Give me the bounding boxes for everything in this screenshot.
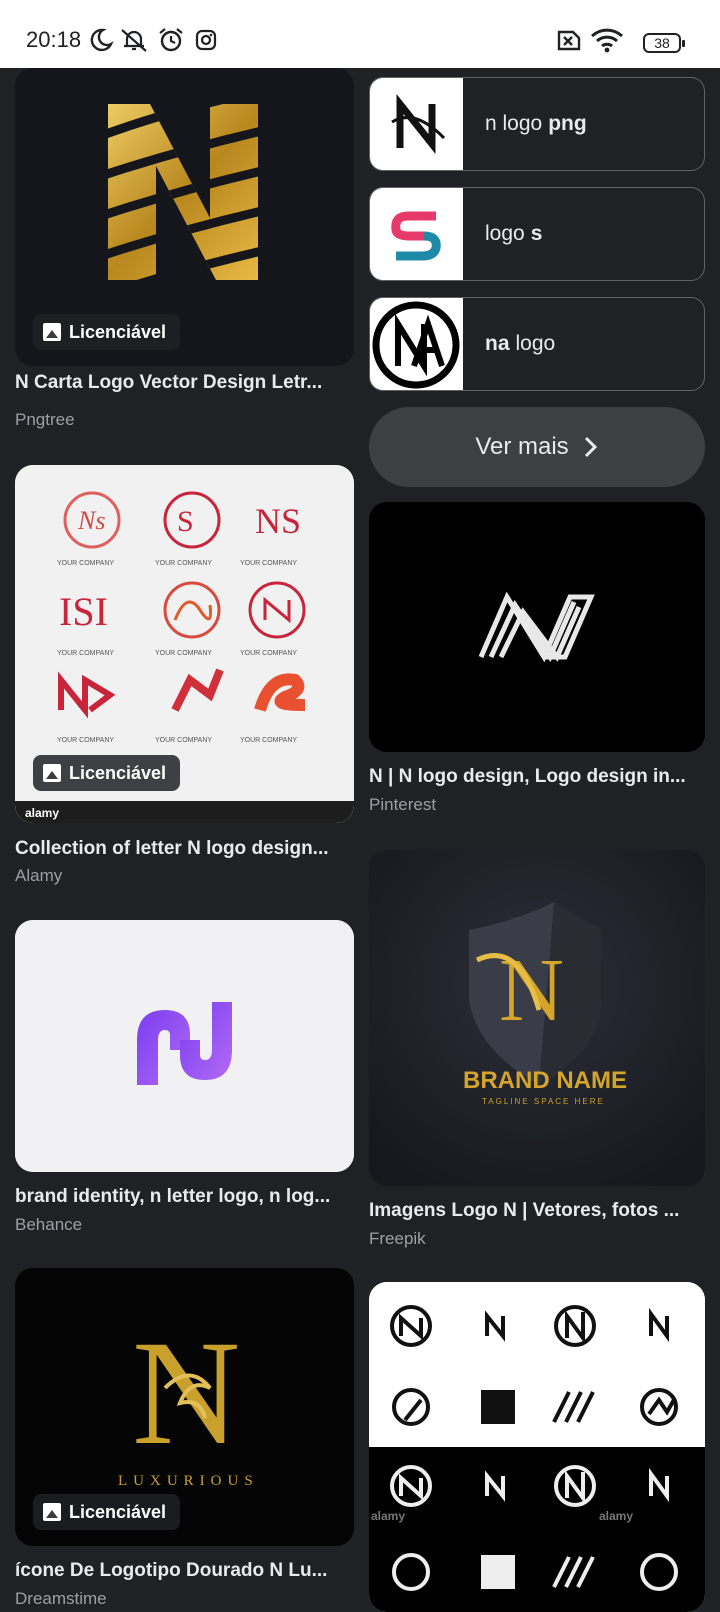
result-image[interactable]: alamy alamy [369, 1282, 705, 1612]
s-logo-thumb [391, 211, 441, 261]
status-time: 20:18 [26, 27, 82, 52]
image-icon [43, 1503, 61, 1521]
alarm-icon [159, 28, 183, 52]
badge-label: Licenciável [69, 1501, 167, 1522]
svg-text:S: S [177, 505, 194, 538]
company-caption: YOUR COMPANY [57, 650, 114, 657]
licensable-badge: Licenciável [33, 755, 181, 791]
chip-thumbnail [370, 298, 463, 390]
shield-n-logo-image: N BRAND NAME TAGLINE SPACE HERE [369, 850, 705, 1186]
chip-thumbnail [370, 188, 463, 280]
brand-name-text: BRAND NAME [463, 1067, 627, 1094]
n-monogram-collection-image: alamy alamy [369, 1282, 705, 1612]
company-caption: YOUR COMPANY [155, 560, 212, 567]
bell-off-icon [121, 29, 147, 52]
n-logo-thumb [391, 94, 446, 154]
battery-indicator: 38 [643, 33, 685, 53]
result-image[interactable] [15, 920, 354, 1172]
company-caption: YOUR COMPANY [57, 560, 114, 567]
result-image[interactable]: Licenciável [15, 68, 354, 366]
company-caption: YOUR COMPANY [155, 737, 212, 744]
result-title[interactable]: N Carta Logo Vector Design Letr... [15, 372, 345, 394]
status-bar: 20:18 38 [0, 0, 720, 68]
company-caption: YOUR COMPANY [240, 737, 297, 744]
image-icon [43, 764, 61, 782]
alamy-watermark: alamy [599, 1509, 633, 1523]
result-source: Pinterest [369, 795, 437, 814]
licensable-badge: Licenciável [33, 1494, 181, 1530]
result-image[interactable]: N BRAND NAME TAGLINE SPACE HERE [369, 850, 705, 1186]
tagline-text: TAGLINE SPACE HERE [482, 1097, 605, 1106]
licensable-badge: Licenciável [33, 314, 181, 350]
related-search-chip[interactable]: na logo [369, 297, 705, 391]
alamy-watermark: alamy [25, 806, 59, 820]
image-icon [43, 323, 61, 341]
svg-text:ISI: ISI [59, 589, 108, 634]
company-caption: YOUR COMPANY [240, 650, 297, 657]
na-logo-thumb [372, 301, 460, 389]
svg-text:Ns: Ns [77, 506, 105, 535]
result-source: Pngtree [15, 410, 75, 429]
result-title[interactable]: Collection of letter N logo design... [15, 838, 345, 860]
related-search-chip[interactable]: n logo png [369, 77, 705, 171]
related-search-chip[interactable]: logo s [369, 187, 705, 281]
company-caption: YOUR COMPANY [57, 737, 114, 744]
result-source: Freepik [369, 1229, 426, 1248]
chevron-right-icon [584, 436, 597, 458]
battery-level: 38 [654, 35, 670, 51]
result-title[interactable]: N | N logo design, Logo design in... [369, 766, 699, 788]
result-source: Alamy [15, 866, 63, 885]
chip-label: n logo png [485, 112, 587, 135]
moon-icon [90, 28, 114, 52]
result-title[interactable]: ícone De Logotipo Dourado N Lu... [15, 1560, 345, 1582]
result-source: Dreamstime [15, 1589, 107, 1608]
result-source: Behance [15, 1215, 83, 1234]
chip-thumbnail [370, 78, 463, 170]
striped-n-logo-image [369, 502, 705, 752]
instagram-icon [195, 29, 217, 51]
luxurious-word: LUXURIOUS [118, 1473, 259, 1489]
badge-label: Licenciável [69, 321, 167, 342]
wifi-icon [590, 28, 624, 53]
see-more-label: Ver mais [475, 433, 569, 460]
alamy-watermark: alamy [371, 1509, 405, 1523]
result-image[interactable] [369, 502, 705, 752]
see-more-button[interactable]: Ver mais [369, 407, 705, 487]
svg-text:NS: NS [255, 501, 301, 541]
badge-label: Licenciável [69, 762, 167, 783]
sim-off-icon [557, 30, 581, 51]
chip-label: na logo [485, 332, 556, 355]
result-title[interactable]: brand identity, n letter logo, n log... [15, 1186, 345, 1208]
chip-label: logo s [485, 222, 543, 245]
result-image[interactable]: Ns S NS ISI YOUR COMPANY YOUR COMPANY YO… [15, 465, 354, 823]
result-image[interactable]: N LUXURIOUS Licenciável [15, 1268, 354, 1546]
company-caption: YOUR COMPANY [155, 650, 212, 657]
result-title[interactable]: Imagens Logo N | Vetores, fotos ... [369, 1200, 699, 1222]
company-caption: YOUR COMPANY [240, 560, 297, 567]
purple-n-logo-image [15, 920, 354, 1172]
